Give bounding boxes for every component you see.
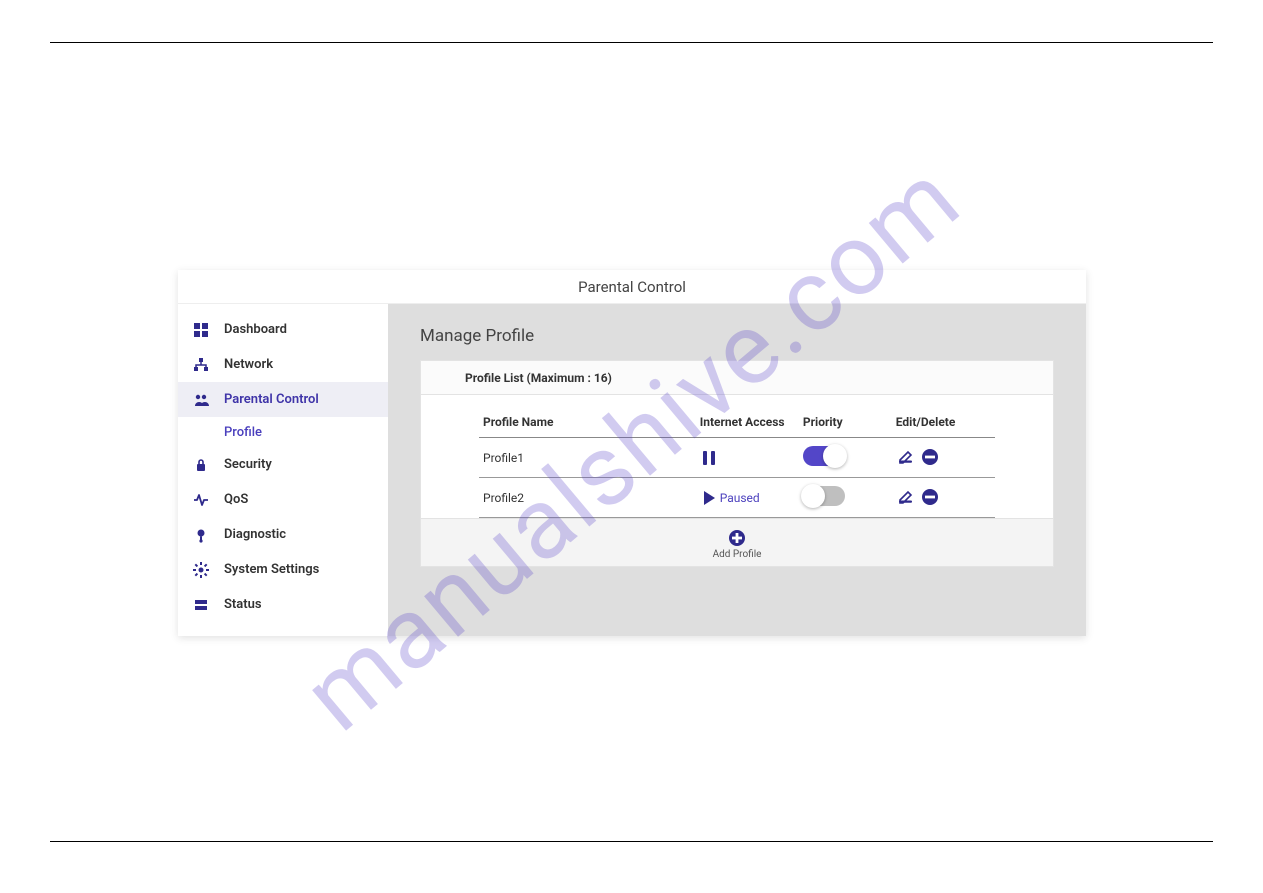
diagnostic-icon [192, 526, 210, 544]
sidebar-item-label: Profile [224, 425, 262, 440]
internet-access-cell: Paused [696, 478, 799, 518]
sidebar-item-label: Security [224, 457, 272, 472]
add-profile-label: Add Profile [421, 549, 1053, 560]
content-area: Manage Profile Profile List (Maximum : 1… [388, 304, 1086, 636]
play-icon[interactable] [700, 489, 718, 507]
sidebar-item-network[interactable]: Network [178, 347, 388, 382]
delete-button[interactable] [920, 447, 940, 467]
sidebar-item-diagnostic[interactable]: Diagnostic [178, 517, 388, 552]
sidebar: Dashboard Network Parental Control Profile S… [178, 304, 388, 636]
sidebar-item-qos[interactable]: QoS [178, 482, 388, 517]
profile-table: Profile Name Internet Access Priority Ed… [479, 409, 995, 518]
sidebar-item-profile[interactable]: Profile [178, 417, 388, 447]
delete-button[interactable] [920, 487, 940, 507]
sidebar-item-label: Dashboard [224, 322, 287, 337]
plus-circle-icon [728, 529, 746, 547]
table-row: Profile1 [479, 438, 995, 478]
qos-icon [192, 491, 210, 509]
page-border-bottom [50, 841, 1213, 842]
priority-cell [799, 438, 892, 478]
profile-list-card: Profile List (Maximum : 16) Profile Name… [420, 360, 1054, 567]
status-icon [192, 596, 210, 614]
profile-list-label: Profile List (Maximum : 16) [465, 371, 612, 385]
sidebar-item-label: Network [224, 357, 273, 372]
sidebar-item-system-settings[interactable]: System Settings [178, 552, 388, 587]
actions-cell [892, 478, 995, 518]
page-border-top [50, 42, 1213, 43]
sidebar-item-dashboard[interactable]: Dashboard [178, 312, 388, 347]
security-icon [192, 456, 210, 474]
edit-button[interactable] [896, 447, 916, 467]
app-window: Parental Control Dashboard Network Parenta… [178, 270, 1086, 636]
col-header-actions: Edit/Delete [892, 409, 995, 438]
priority-toggle[interactable] [803, 446, 845, 466]
sidebar-item-label: QoS [224, 492, 248, 507]
section-title: Manage Profile [420, 326, 1054, 346]
sidebar-item-label: Diagnostic [224, 527, 286, 542]
col-header-access: Internet Access [696, 409, 799, 438]
settings-icon [192, 561, 210, 579]
dashboard-icon [192, 321, 210, 339]
internet-access-cell [696, 438, 799, 478]
sidebar-item-status[interactable]: Status [178, 587, 388, 622]
sidebar-item-security[interactable]: Security [178, 447, 388, 482]
paused-label: Paused [720, 491, 760, 505]
sidebar-item-label: Status [224, 597, 262, 612]
edit-button[interactable] [896, 487, 916, 507]
col-header-priority: Priority [799, 409, 892, 438]
profile-name-cell: Profile2 [479, 478, 696, 518]
table-row: Profile2 Paused [479, 478, 995, 518]
sidebar-item-parental-control[interactable]: Parental Control [178, 382, 388, 417]
priority-cell [799, 478, 892, 518]
priority-toggle[interactable] [803, 486, 845, 506]
network-icon [192, 356, 210, 374]
pause-icon[interactable] [700, 449, 718, 467]
profile-name-cell: Profile1 [479, 438, 696, 478]
actions-cell [892, 438, 995, 478]
add-profile-button[interactable]: Add Profile [421, 518, 1053, 566]
card-header[interactable]: Profile List (Maximum : 16) [421, 361, 1053, 395]
parental-icon [192, 391, 210, 409]
col-header-name: Profile Name [479, 409, 696, 438]
sidebar-item-label: System Settings [224, 562, 319, 577]
page-title: Parental Control [178, 270, 1086, 304]
sidebar-item-label: Parental Control [224, 392, 319, 407]
